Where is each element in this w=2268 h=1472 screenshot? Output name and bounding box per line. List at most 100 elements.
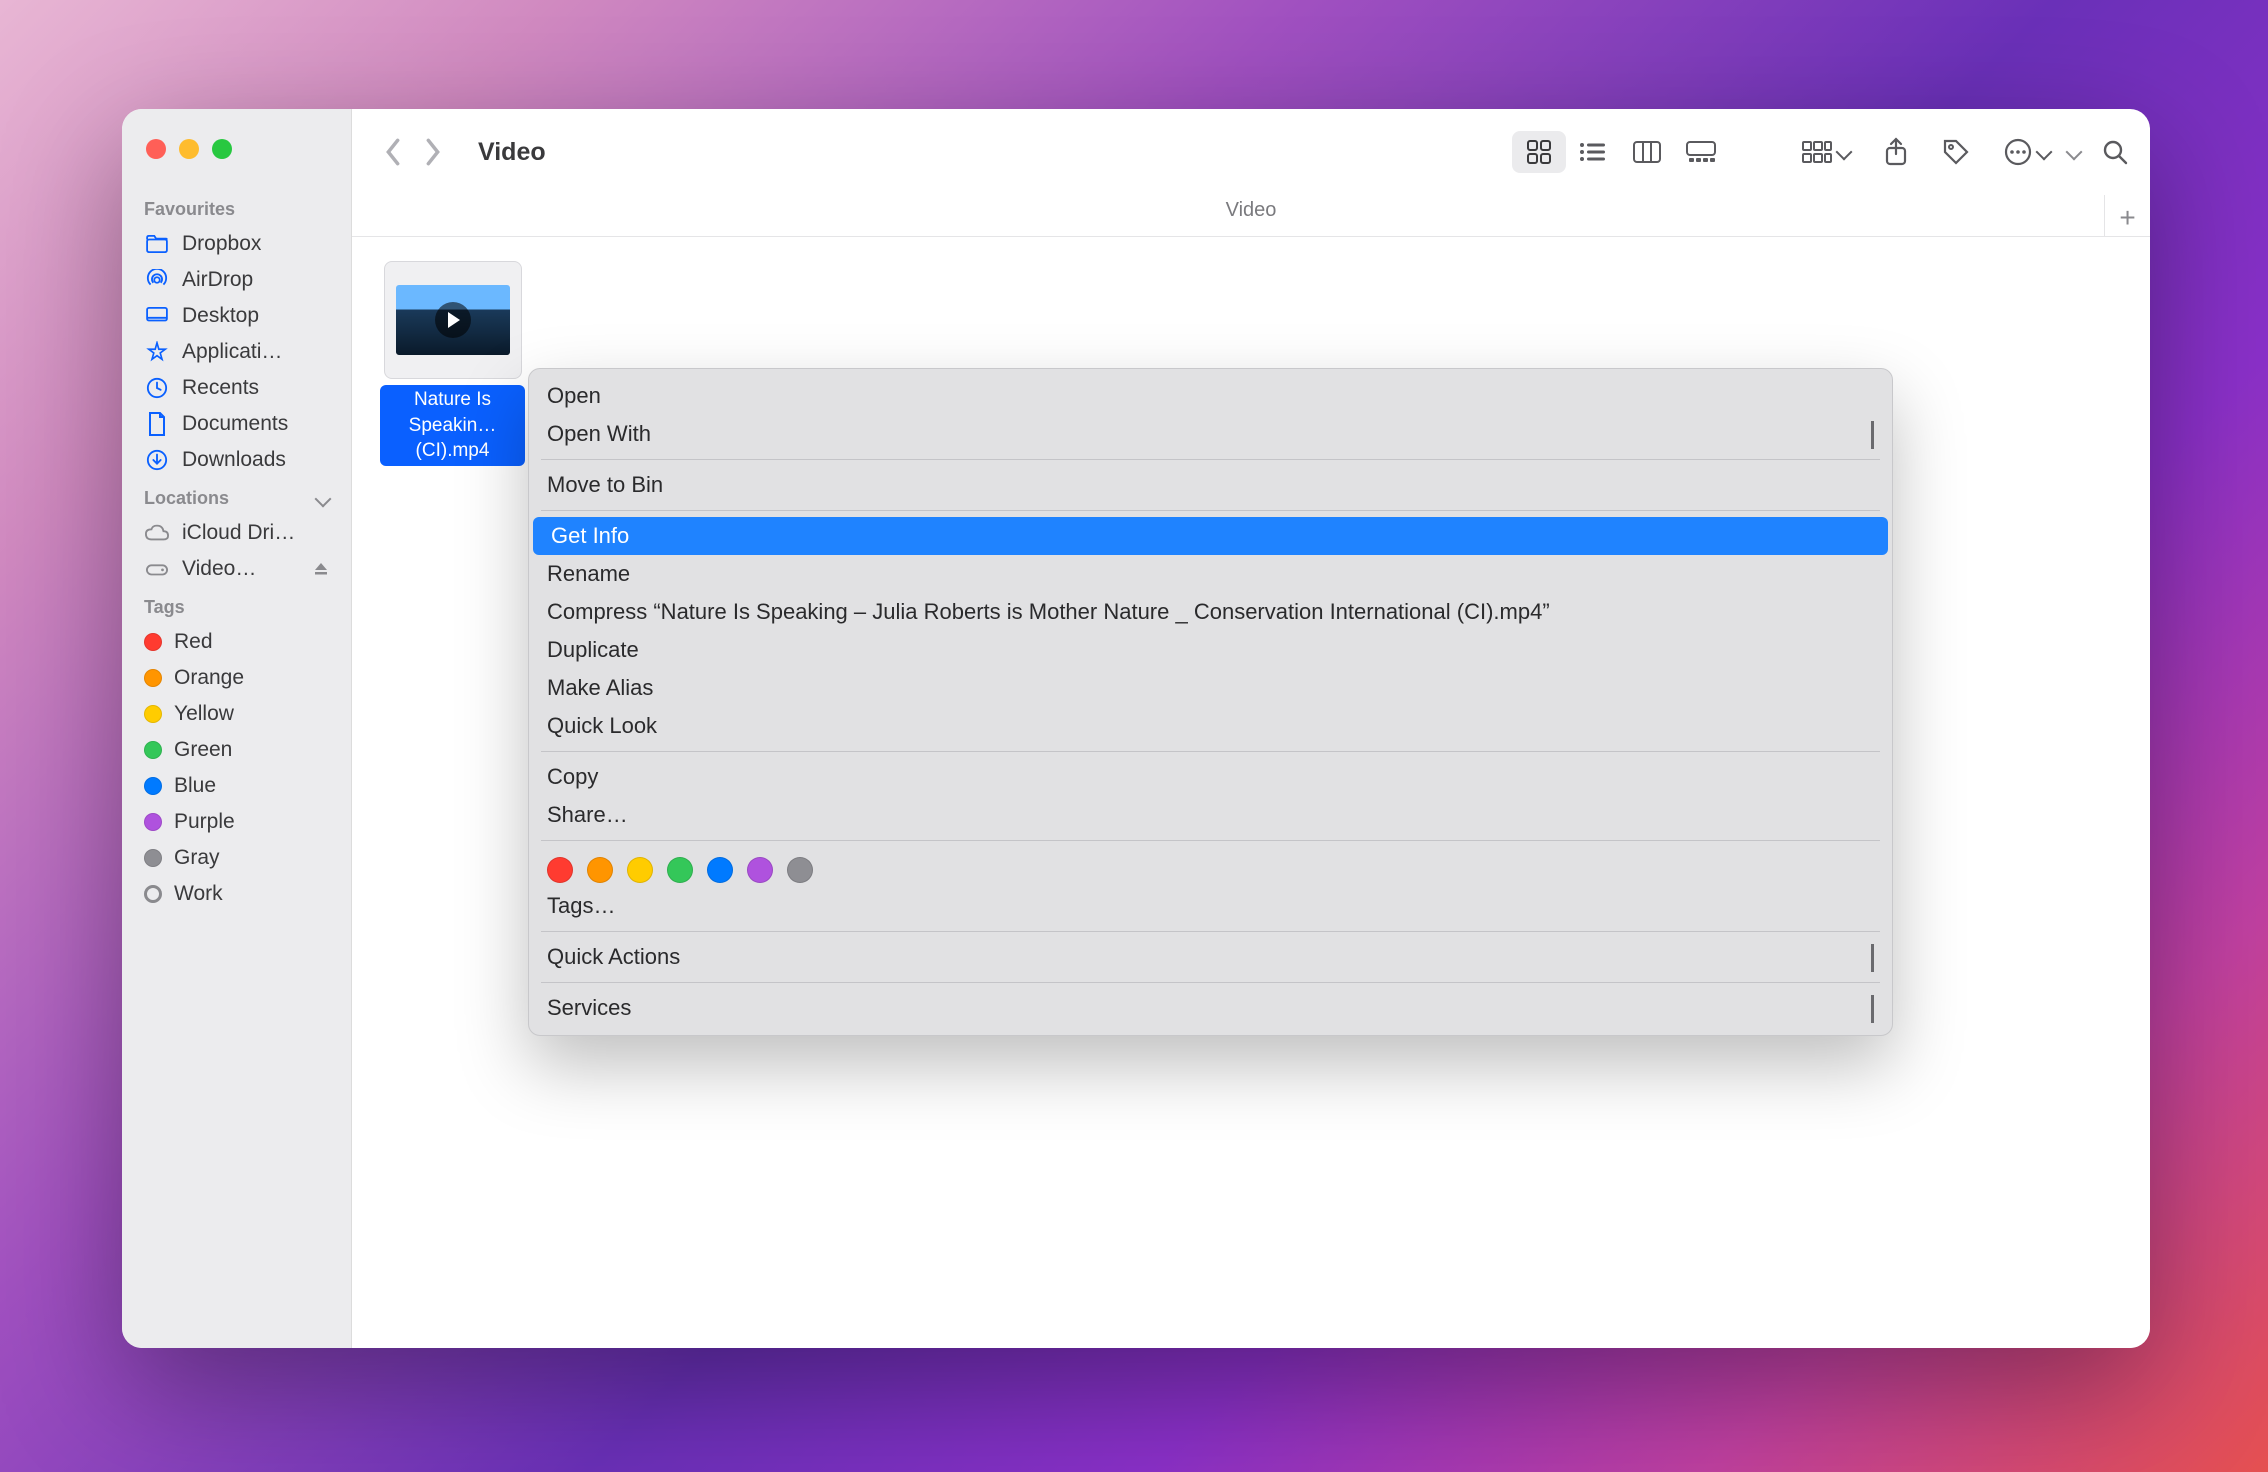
- menu-quick-look[interactable]: Quick Look: [529, 707, 1892, 745]
- sidebar-tag-yellow[interactable]: Yellow: [122, 696, 351, 732]
- menu-separator: [541, 459, 1880, 460]
- file-name: Nature Is Speakin…(CI).mp4: [380, 385, 525, 466]
- add-tab-button[interactable]: +: [2104, 195, 2150, 241]
- sidebar-item-label: AirDrop: [182, 268, 253, 292]
- tag-dot-icon: [144, 813, 162, 831]
- menu-copy[interactable]: Copy: [529, 758, 1892, 796]
- tag-label: Red: [174, 630, 213, 654]
- sidebar-tag-purple[interactable]: Purple: [122, 804, 351, 840]
- documents-icon: [144, 412, 170, 436]
- tag-label: Gray: [174, 846, 220, 870]
- sidebar-item-dropbox[interactable]: Dropbox: [122, 226, 351, 262]
- sidebar-item-label: Recents: [182, 376, 259, 400]
- tag-dot-icon: [144, 669, 162, 687]
- chevron-right-icon: [1871, 944, 1874, 970]
- sidebar-item-desktop[interactable]: Desktop: [122, 298, 351, 334]
- tag-ring-icon: [144, 885, 162, 903]
- sidebar-tag-gray[interactable]: Gray: [122, 840, 351, 876]
- tag-color-yellow[interactable]: [627, 857, 653, 883]
- sidebar-item-documents[interactable]: Documents: [122, 406, 351, 442]
- menu-open[interactable]: Open: [529, 377, 1892, 415]
- sidebar-item-downloads[interactable]: Downloads: [122, 442, 351, 478]
- tag-label: Purple: [174, 810, 235, 834]
- tag-color-green[interactable]: [667, 857, 693, 883]
- sidebar-item-label: iCloud Dri…: [182, 521, 295, 545]
- sidebar-item-label: Dropbox: [182, 232, 261, 256]
- minimize-button[interactable]: [179, 139, 199, 159]
- menu-rename[interactable]: Rename: [529, 555, 1892, 593]
- sidebar-tag-red[interactable]: Red: [122, 624, 351, 660]
- tags-button[interactable]: [1942, 138, 1970, 166]
- chevron-right-icon: [1871, 421, 1874, 447]
- menu-services[interactable]: Services: [529, 989, 1892, 1027]
- sidebar-tag-work[interactable]: Work: [122, 876, 351, 912]
- menu-open-with[interactable]: Open With: [529, 415, 1892, 453]
- chevron-down-icon: [315, 490, 332, 507]
- sidebar-item-icloud[interactable]: iCloud Dri…: [122, 515, 351, 551]
- folder-icon: [144, 235, 170, 253]
- desktop-icon: [144, 307, 170, 325]
- favourites-section-title: Favourites: [122, 189, 351, 226]
- sidebar-tag-orange[interactable]: Orange: [122, 660, 351, 696]
- menu-make-alias[interactable]: Make Alias: [529, 669, 1892, 707]
- toolbar: Video: [352, 109, 2150, 195]
- tag-dot-icon: [144, 633, 162, 651]
- gallery-view-button[interactable]: [1674, 131, 1728, 173]
- nav-back-button[interactable]: [384, 138, 402, 166]
- search-button[interactable]: [2102, 139, 2128, 165]
- toolbar-right: [2068, 139, 2128, 165]
- tab-bar: Video +: [352, 195, 2150, 237]
- sidebar-item-video-drive[interactable]: Video…: [122, 551, 351, 587]
- recents-icon: [144, 377, 170, 399]
- close-button[interactable]: [146, 139, 166, 159]
- applications-icon: [144, 341, 170, 363]
- sidebar-item-recents[interactable]: Recents: [122, 370, 351, 406]
- sidebar-item-label: Documents: [182, 412, 288, 436]
- tag-color-orange[interactable]: [587, 857, 613, 883]
- sidebar-item-label: Video…: [182, 557, 256, 581]
- column-view-button[interactable]: [1620, 131, 1674, 173]
- eject-icon[interactable]: [313, 561, 329, 577]
- menu-get-info[interactable]: Get Info: [533, 517, 1888, 555]
- sidebar-item-applications[interactable]: Applicati…: [122, 334, 351, 370]
- locations-section-title[interactable]: Locations: [122, 478, 351, 515]
- sidebar: Favourites Dropbox AirDrop Desktop Appli…: [122, 109, 352, 1348]
- menu-move-to-bin[interactable]: Move to Bin: [529, 466, 1892, 504]
- icon-view-button[interactable]: [1512, 131, 1566, 173]
- tag-dot-icon: [144, 849, 162, 867]
- tag-color-gray[interactable]: [787, 857, 813, 883]
- menu-separator: [541, 931, 1880, 932]
- window-controls: [122, 139, 351, 159]
- maximize-button[interactable]: [212, 139, 232, 159]
- menu-share[interactable]: Share…: [529, 796, 1892, 834]
- menu-duplicate[interactable]: Duplicate: [529, 631, 1892, 669]
- tag-color-red[interactable]: [547, 857, 573, 883]
- downloads-icon: [144, 449, 170, 471]
- tag-color-purple[interactable]: [747, 857, 773, 883]
- view-switch: [1508, 127, 1732, 177]
- sidebar-tag-blue[interactable]: Blue: [122, 768, 351, 804]
- window-options-button[interactable]: [2066, 144, 2083, 161]
- more-actions-button[interactable]: [2004, 138, 2050, 166]
- menu-tag-colors: [529, 847, 1892, 887]
- menu-separator: [541, 982, 1880, 983]
- group-by-button[interactable]: [1802, 140, 1850, 164]
- menu-quick-actions[interactable]: Quick Actions: [529, 938, 1892, 976]
- menu-separator: [541, 510, 1880, 511]
- sidebar-tag-green[interactable]: Green: [122, 732, 351, 768]
- tag-label: Yellow: [174, 702, 234, 726]
- tag-dot-icon: [144, 741, 162, 759]
- tab-title[interactable]: Video: [1226, 199, 1277, 221]
- tag-color-blue[interactable]: [707, 857, 733, 883]
- file-item[interactable]: Nature Is Speakin…(CI).mp4: [380, 261, 525, 466]
- sidebar-item-airdrop[interactable]: AirDrop: [122, 262, 351, 298]
- share-button[interactable]: [1884, 137, 1908, 167]
- airdrop-icon: [144, 269, 170, 291]
- list-view-button[interactable]: [1566, 131, 1620, 173]
- locations-label: Locations: [144, 488, 229, 509]
- menu-tags[interactable]: Tags…: [529, 887, 1892, 925]
- toolbar-actions: [1802, 137, 2050, 167]
- nav-forward-button[interactable]: [424, 138, 442, 166]
- tags-label: Tags: [144, 597, 185, 618]
- menu-compress[interactable]: Compress “Nature Is Speaking – Julia Rob…: [529, 593, 1892, 631]
